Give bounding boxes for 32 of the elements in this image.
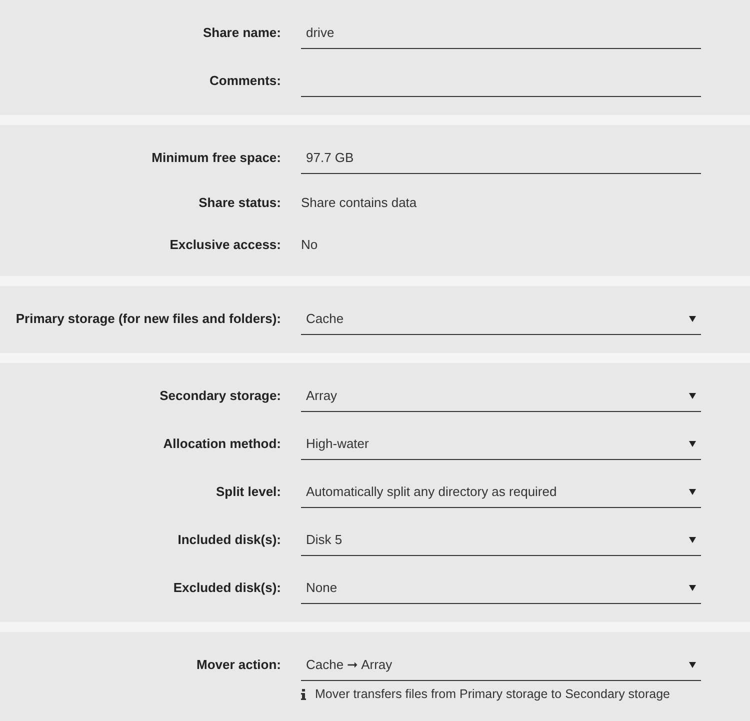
select-field[interactable]: High-water (301, 428, 701, 460)
select-field[interactable]: Disk 5 (301, 524, 701, 556)
select-field[interactable]: Cache ➞ Array (301, 649, 701, 681)
field-label: Comments: (208, 72, 281, 90)
dropdown-caret-icon (689, 584, 696, 590)
field-value: Share contains data (301, 194, 417, 212)
select-field[interactable]: Array (301, 380, 701, 412)
field-label: Share name: (202, 24, 281, 42)
field-label: Excluded disk(s): (172, 579, 281, 598)
text-field[interactable]: drive (301, 17, 701, 49)
dropdown-caret-icon (689, 536, 696, 542)
field-value: No (301, 236, 318, 254)
field-label: Mover action: (195, 656, 281, 674)
field-label: Allocation method: (162, 435, 281, 454)
field-label: Exclusive access: (168, 236, 281, 254)
dropdown-caret-icon (689, 662, 696, 668)
field-label: Included disk(s): (176, 531, 281, 550)
dropdown-caret-icon (689, 392, 696, 398)
select-field[interactable]: Automatically split any directory as required (301, 476, 701, 508)
dropdown-caret-icon (689, 440, 696, 446)
field-label: Minimum free space: (150, 149, 281, 168)
field-label: Primary storage (for new files and folders): (14, 310, 281, 328)
field-label: Secondary storage: (158, 387, 281, 406)
text-field[interactable]: 97.7 GB (301, 142, 701, 174)
help-text: Mover transfers files from Primary storage to Secondary storage (315, 686, 670, 703)
select-field[interactable]: Cache (301, 303, 701, 335)
field-label: Share status: (198, 194, 281, 212)
dropdown-caret-icon (689, 488, 696, 494)
dropdown-caret-icon (689, 316, 696, 322)
select-field[interactable]: None (301, 572, 701, 604)
info-icon (301, 688, 306, 700)
field-label: Split level: (214, 483, 281, 502)
